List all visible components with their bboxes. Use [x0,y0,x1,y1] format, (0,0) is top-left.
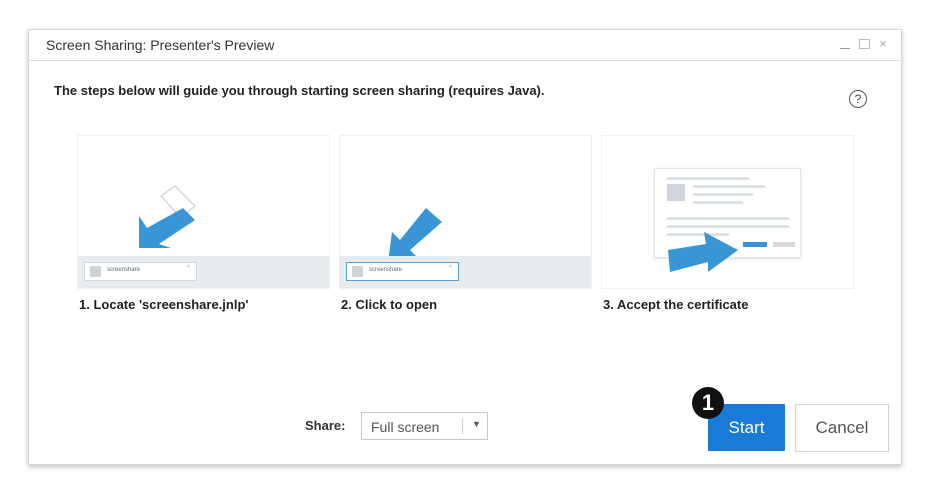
download-item-highlighted: screenshare ^ [346,262,459,281]
help-icon[interactable]: ? [849,90,867,108]
step-1-label: 1. Locate 'screenshare.jnlp' [79,297,249,312]
intro-text: The steps below will guide you through s… [54,83,545,98]
annotation-marker: 1 [692,387,724,419]
file-name: screenshare [369,267,403,273]
cancel-button[interactable]: Cancel [795,404,889,452]
accept-button-illustration [743,242,767,247]
file-name: screenshare [107,267,141,273]
download-item: screenshare ^ [84,262,197,281]
screen-sharing-dialog: Screen Sharing: Presenter's Preview × Th… [28,29,902,465]
maximize-icon [859,39,870,49]
chevron-up-icon: ^ [186,265,190,272]
close-icon: × [879,36,887,51]
file-thumbnail-icon [90,266,101,277]
doc-line [667,177,749,180]
doc-line [693,185,765,188]
minimize-icon [840,48,850,49]
step-2-illustration: screenshare ^ [339,135,592,289]
doc-line [693,201,743,204]
doc-line [667,217,789,220]
close-button[interactable]: × [877,36,889,52]
step-2-label: 2. Click to open [341,297,438,312]
share-label: Share: [305,418,346,433]
title-bar: Screen Sharing: Presenter's Preview × [29,30,901,61]
downloads-bar: screenshare ^ [340,256,591,288]
dropdown-divider [462,418,463,434]
step-3-label: 3. Accept the certificate [603,297,749,312]
download-arrow-icon [139,186,196,248]
doc-thumbnail-icon [667,184,685,201]
downloads-bar: screenshare ^ [78,256,329,288]
chevron-down-icon[interactable]: ▼ [472,419,481,429]
dialog-title: Screen Sharing: Presenter's Preview [46,37,275,53]
doc-line [693,193,753,196]
step-3-illustration [601,135,854,289]
chevron-up-icon: ^ [448,265,452,272]
file-thumbnail-icon [352,266,363,277]
window-controls: × [839,36,889,52]
cancel-button-illustration [773,242,795,247]
share-dropdown[interactable]: Full screen ▼ [361,412,488,440]
share-selected-value: Full screen [371,419,440,435]
maximize-button[interactable] [858,36,870,52]
step-1-illustration: screenshare ^ [77,135,330,289]
accept-arrow-icon [668,232,738,272]
minimize-button[interactable] [839,36,851,52]
